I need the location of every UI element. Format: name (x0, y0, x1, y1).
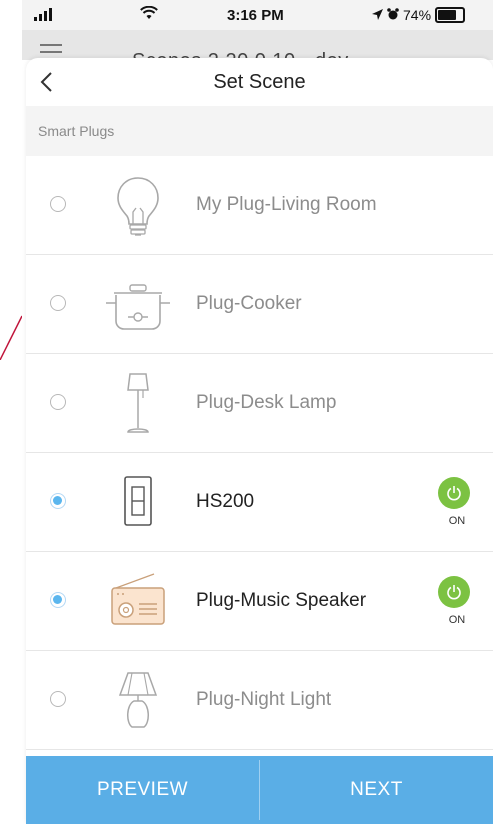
light-bulb-icon (117, 177, 159, 236)
hamburger-menu-icon (40, 44, 62, 58)
device-row-living-room[interactable]: My Plug-Living Room (26, 156, 493, 255)
device-radio[interactable] (50, 394, 66, 410)
device-label: Plug-Cooker (196, 293, 302, 314)
device-row-hs200[interactable]: HS200 ON (26, 453, 493, 552)
battery-percent: 74% (403, 7, 432, 23)
wall-switch-icon (124, 476, 152, 526)
background-header: Scenes 2.20.0.10 - dev (22, 30, 493, 72)
set-scene-modal: Set Scene Smart Plugs My Plug-Living Roo… (26, 58, 493, 824)
device-label: HS200 (196, 491, 255, 512)
floor-lamp-icon (127, 373, 149, 433)
status-right: 74% (372, 7, 466, 23)
alarm-icon (387, 7, 399, 23)
power-icon (447, 486, 461, 501)
device-radio-checked[interactable] (50, 493, 66, 509)
next-button[interactable]: NEXT (260, 756, 493, 824)
wifi-icon (140, 4, 158, 25)
back-chevron-icon[interactable] (36, 70, 60, 94)
power-toggle-button[interactable] (438, 477, 470, 509)
status-bar: 3:16 PM 74% (22, 0, 493, 30)
preview-button[interactable]: PREVIEW (26, 756, 259, 824)
power-state-label: ON (448, 515, 466, 527)
section-header: Smart Plugs (26, 106, 493, 156)
device-row-desk-lamp[interactable]: Plug-Desk Lamp (26, 354, 493, 453)
section-label: Smart Plugs (38, 123, 115, 139)
power-icon (447, 585, 461, 600)
battery-icon (435, 7, 466, 23)
modal-nav-bar: Set Scene (26, 58, 493, 107)
slow-cooker-icon (106, 284, 170, 330)
phone-screen: 3:16 PM 74% Scenes 2.20.0.10 - dev Set S… (22, 0, 493, 824)
modal-title: Set Scene (213, 70, 306, 93)
device-list: My Plug-Living Room Plug-Cooker Plug-Des… (26, 156, 493, 750)
device-label: Plug-Desk Lamp (196, 392, 337, 413)
device-row-music-speaker[interactable]: Plug-Music Speaker ON (26, 552, 493, 651)
radio-speaker-icon (111, 573, 165, 625)
table-lamp-icon (118, 672, 158, 728)
power-toggle-button[interactable] (438, 576, 470, 608)
status-time: 3:16 PM (227, 7, 284, 24)
device-label: Plug-Music Speaker (196, 590, 367, 611)
device-row-night-light[interactable]: Plug-Night Light (26, 651, 493, 750)
device-radio-checked[interactable] (50, 592, 66, 608)
device-row-cooker[interactable]: Plug-Cooker (26, 255, 493, 354)
footer-action-bar: PREVIEW NEXT (26, 756, 493, 824)
device-radio[interactable] (50, 295, 66, 311)
power-state-label: ON (448, 614, 466, 626)
device-radio[interactable] (50, 196, 66, 212)
device-label: My Plug-Living Room (196, 194, 377, 215)
location-icon (372, 7, 383, 23)
signal-icon (34, 7, 52, 21)
device-radio[interactable] (50, 691, 66, 707)
screenshot-backdrop (0, 0, 23, 824)
device-label: Plug-Night Light (196, 689, 332, 710)
